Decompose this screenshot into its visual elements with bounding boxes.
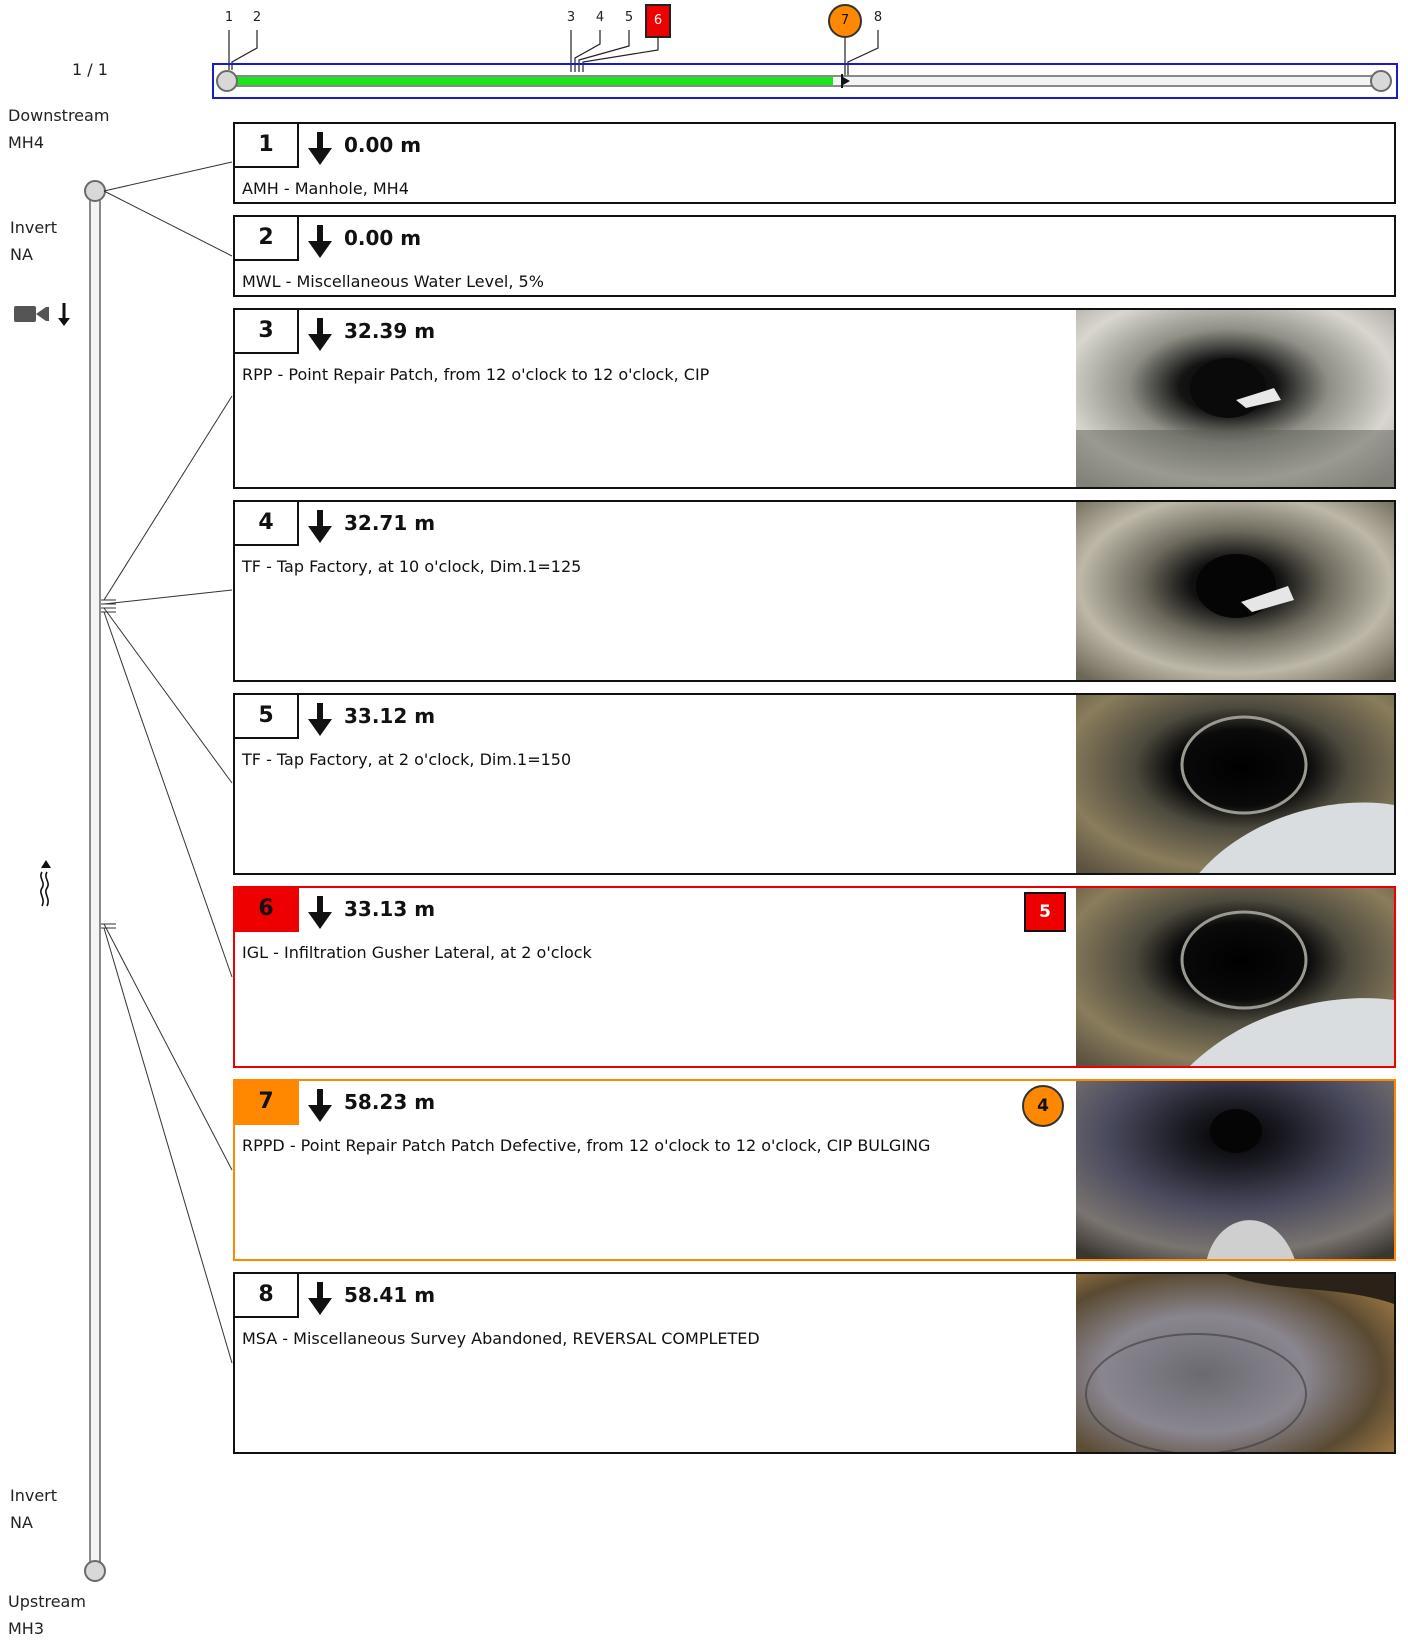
event-description: MSA - Miscellaneous Survey Abandoned, RE… — [242, 1329, 760, 1348]
down-arrow-icon — [308, 510, 332, 543]
event-number: 5 — [235, 695, 299, 739]
progress-marker-icon — [841, 74, 850, 88]
event-description: IGL - Infiltration Gusher Lateral, at 2 … — [242, 943, 592, 962]
event-number: 7 — [235, 1081, 299, 1125]
inspection-photo[interactable] — [1076, 695, 1394, 873]
event-number: 4 — [235, 502, 299, 546]
event-distance: 32.39 m — [344, 319, 436, 343]
overview-progress-bar — [230, 77, 833, 85]
down-arrow-icon — [308, 132, 332, 165]
grade-badge: 5 — [1024, 892, 1066, 932]
grade-badge: 4 — [1022, 1085, 1064, 1127]
inspection-photo[interactable] — [1076, 888, 1394, 1066]
event-description: AMH - Manhole, MH4 — [242, 179, 409, 198]
event-distance: 0.00 m — [344, 133, 422, 157]
down-arrow-icon — [308, 1282, 332, 1315]
event-connector-lines — [101, 161, 233, 1364]
event-distance: 0.00 m — [344, 226, 422, 250]
event-number: 2 — [235, 217, 299, 261]
event-row-3[interactable]: 3 32.39 m RPP - Point Repair Patch, from… — [233, 308, 1396, 489]
down-arrow-icon — [308, 225, 332, 258]
event-description: MWL - Miscellaneous Water Level, 5% — [242, 272, 544, 291]
event-distance: 33.12 m — [344, 704, 436, 728]
event-number: 6 — [235, 888, 299, 932]
down-arrow-icon — [308, 703, 332, 736]
event-number: 3 — [235, 310, 299, 354]
event-description: RPPD - Point Repair Patch Patch Defectiv… — [242, 1136, 931, 1155]
event-distance: 32.71 m — [344, 511, 436, 535]
event-row-5[interactable]: 5 33.12 m TF - Tap Factory, at 2 o'clock… — [233, 693, 1396, 875]
event-description: TF - Tap Factory, at 2 o'clock, Dim.1=15… — [242, 750, 572, 769]
down-arrow-icon — [308, 318, 332, 351]
event-row-1[interactable]: 1 0.00 m AMH - Manhole, MH4 — [233, 122, 1396, 204]
event-number: 1 — [235, 124, 299, 168]
inspection-photo[interactable] — [1076, 1274, 1394, 1452]
event-description: TF - Tap Factory, at 10 o'clock, Dim.1=1… — [242, 557, 582, 576]
event-description: RPP - Point Repair Patch, from 12 o'cloc… — [242, 365, 710, 384]
event-row-4[interactable]: 4 32.71 m TF - Tap Factory, at 10 o'cloc… — [233, 500, 1396, 682]
event-row-6[interactable]: 6 33.13 m IGL - Infiltration Gusher Late… — [233, 886, 1396, 1068]
inspection-photo[interactable] — [1076, 310, 1394, 487]
down-arrow-icon — [308, 1089, 332, 1122]
event-number: 8 — [235, 1274, 299, 1318]
inspection-photo[interactable] — [1076, 1081, 1394, 1259]
event-row-7[interactable]: 7 58.23 m RPPD - Point Repair Patch Patc… — [233, 1079, 1396, 1261]
inspection-photo[interactable] — [1076, 502, 1394, 680]
down-arrow-icon — [308, 896, 332, 929]
event-distance: 33.13 m — [344, 897, 436, 921]
event-distance: 58.23 m — [344, 1090, 436, 1114]
event-distance: 58.41 m — [344, 1283, 436, 1307]
event-row-8[interactable]: 8 58.41 m MSA - Miscellaneous Survey Aba… — [233, 1272, 1396, 1454]
overview-end-node[interactable] — [1370, 70, 1392, 92]
event-row-2[interactable]: 2 0.00 m MWL - Miscellaneous Water Level… — [233, 215, 1396, 297]
